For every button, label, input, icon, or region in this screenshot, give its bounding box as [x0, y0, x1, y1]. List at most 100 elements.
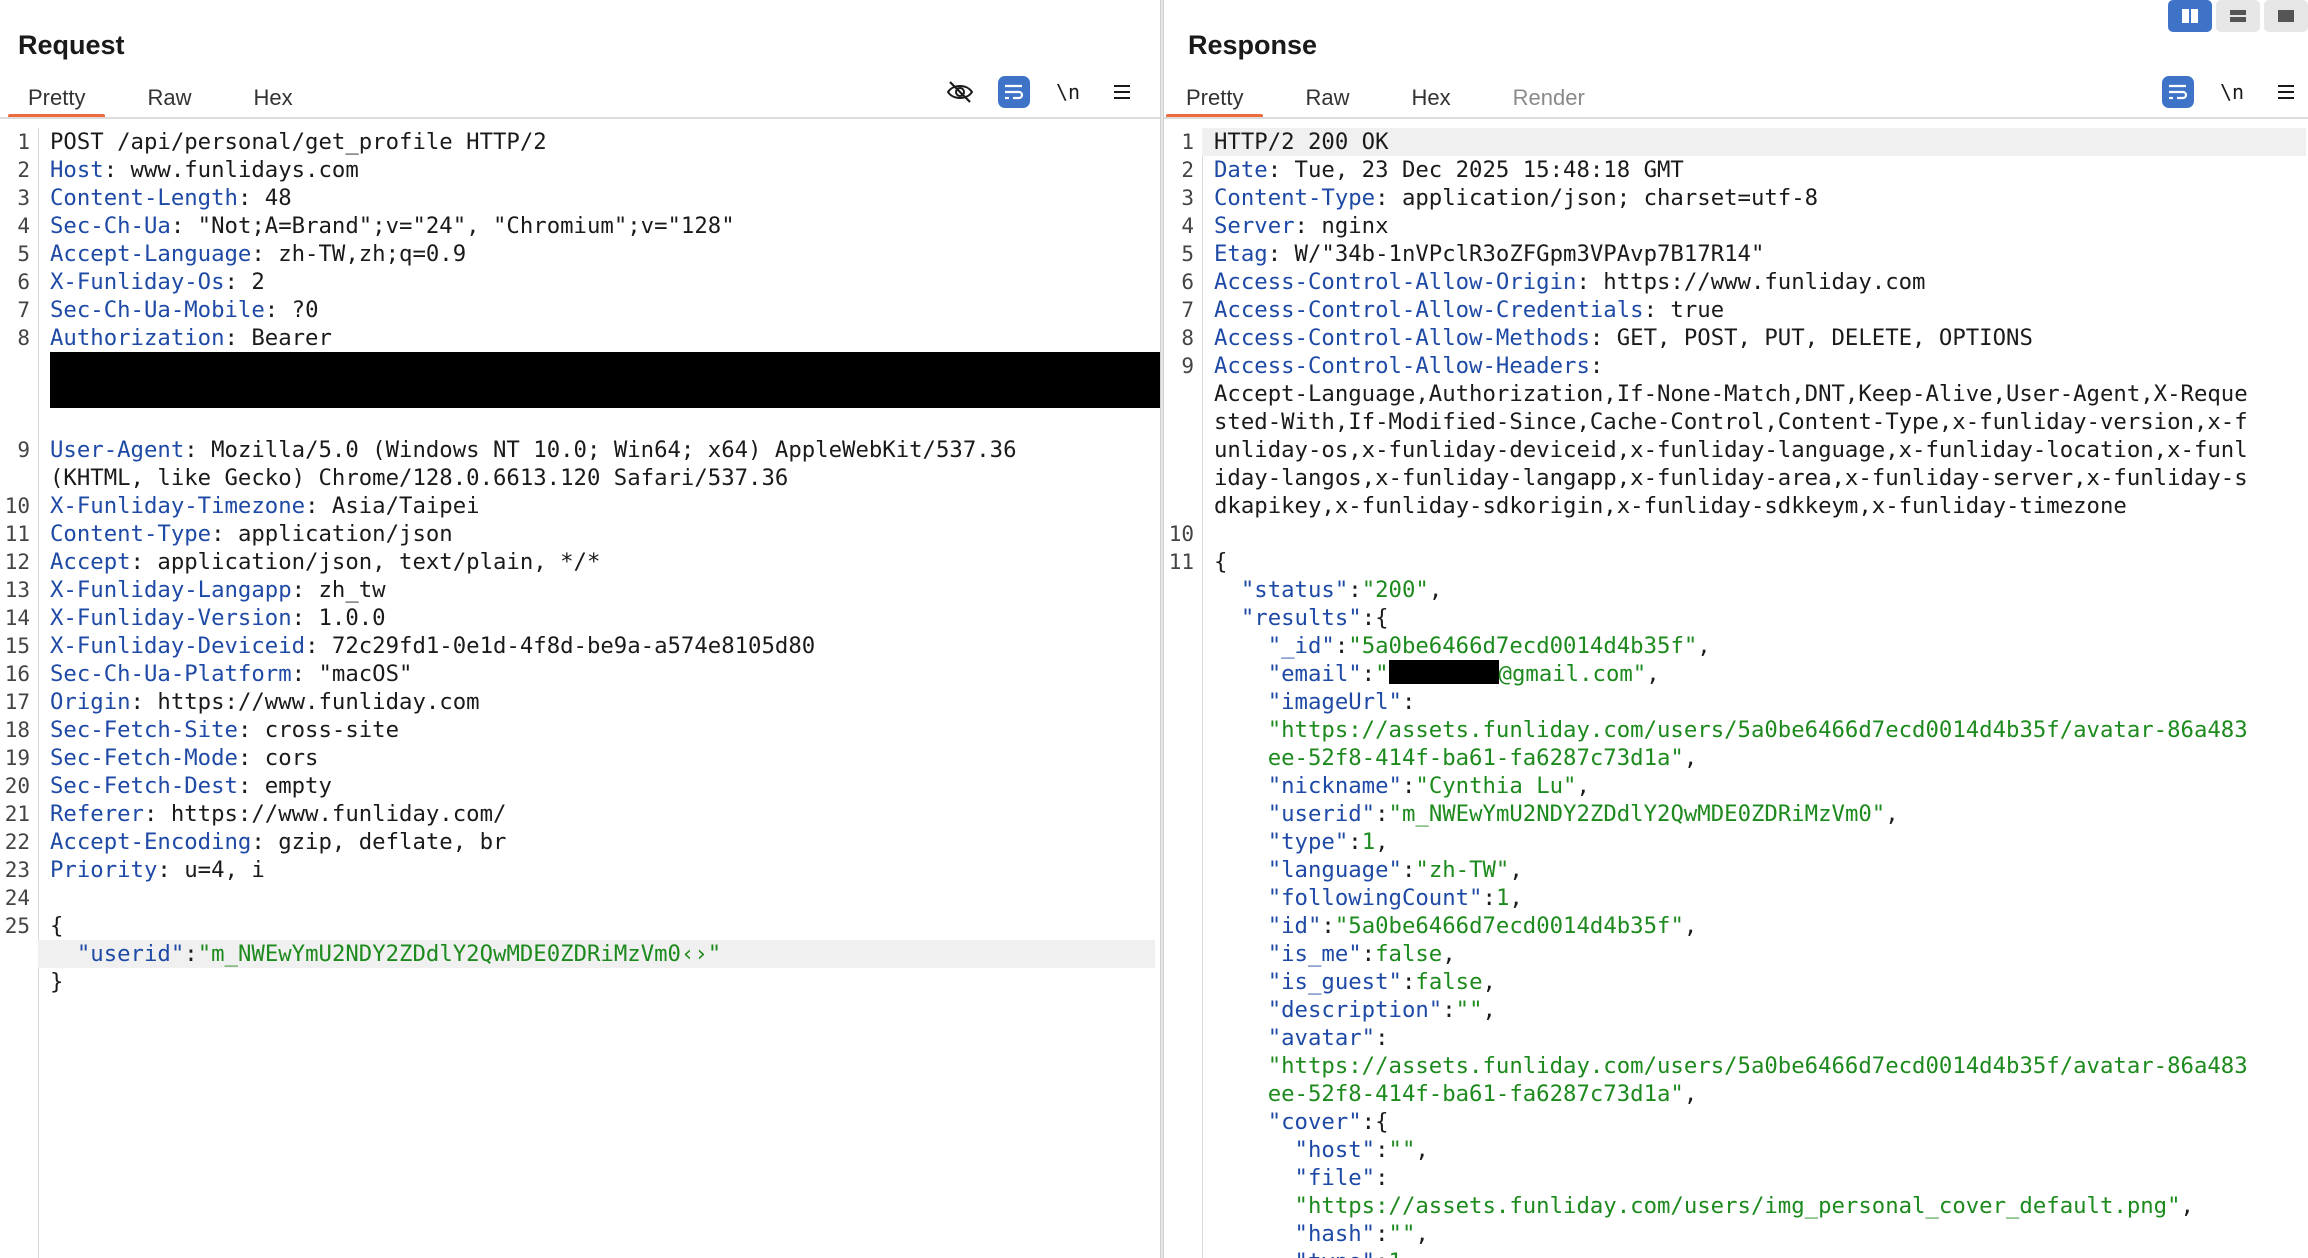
- request-show-newlines-button[interactable]: \n: [1052, 76, 1084, 108]
- code-line[interactable]: 5 Etag: W/"34b-1nVPclR3oZFGpm3VPAvp7B17R1…: [1181, 240, 2308, 268]
- split-columns-view-button[interactable]: [2168, 0, 2212, 32]
- code-line[interactable]: [38, 352, 1160, 380]
- code-line[interactable]: "id":"5a0be6466d7ecd0014d4b35f",: [1202, 912, 2308, 940]
- code-line[interactable]: 16 Sec-Ch-Ua-Platform: "macOS": [5, 660, 1160, 688]
- code-line[interactable]: ee-52f8-414f-ba61-fa6287c73d1a",: [1202, 744, 2308, 772]
- code-text: ,: [1428, 577, 1443, 603]
- code-line[interactable]: "imageUrl":: [1202, 688, 2308, 716]
- code-line[interactable]: dkapikey,x-funliday-sdkorigin,x-funliday…: [1202, 492, 2308, 520]
- code-line[interactable]: 14 X-Funliday-Version: 1.0.0: [5, 604, 1160, 632]
- code-line[interactable]: }: [38, 968, 1160, 996]
- code-line[interactable]: 18 Sec-Fetch-Site: cross-site: [5, 716, 1160, 744]
- code-line[interactable]: 5 Accept-Language: zh-TW,zh;q=0.9: [17, 240, 1160, 268]
- split-rows-view-button[interactable]: [2216, 0, 2260, 32]
- code-line[interactable]: 22 Accept-Encoding: gzip, deflate, br: [5, 828, 1160, 856]
- code-text: :: [1401, 969, 1416, 995]
- response-menu-button[interactable]: [2270, 76, 2302, 108]
- code-line[interactable]: 25 {: [5, 912, 1160, 940]
- code-line[interactable]: "language":"zh-TW",: [1202, 856, 2308, 884]
- code-line[interactable]: "type":1,: [1202, 828, 2308, 856]
- code-line[interactable]: ee-52f8-414f-ba61-fa6287c73d1a",: [1202, 1080, 2308, 1108]
- code-line[interactable]: "nickname":"Cynthia Lu",: [1202, 772, 2308, 800]
- response-editor[interactable]: 1 HTTP/2 200 OK 2 Date: Tue, 23 Dec 2025 15…: [1164, 128, 2308, 1258]
- code-line[interactable]: 4 Sec-Ch-Ua: "Not;A=Brand";v="24", "Chrom…: [17, 212, 1160, 240]
- code-line[interactable]: 17 Origin: https://www.funliday.com: [5, 688, 1160, 716]
- line-number: 3: [1181, 186, 1194, 210]
- code-line[interactable]: "is_me":false,: [1202, 940, 2308, 968]
- code-line[interactable]: 10 X-Funliday-Timezone: Asia/Taipei: [5, 492, 1160, 520]
- code-line[interactable]: 7 Sec-Ch-Ua-Mobile: ?0: [17, 296, 1160, 324]
- code-line[interactable]: "cover":{: [1202, 1108, 2308, 1136]
- request-wrap-lines-button[interactable]: [998, 76, 1030, 108]
- code-line[interactable]: "description":"",: [1202, 996, 2308, 1024]
- request-tab-pretty[interactable]: Pretty: [8, 78, 106, 118]
- code-line[interactable]: sted-With,If-Modified-Since,Cache-Contro…: [1202, 408, 2308, 436]
- response-tab-raw[interactable]: Raw: [1285, 78, 1369, 118]
- code-line[interactable]: 24: [5, 884, 1160, 912]
- request-hide-nonprintable-button[interactable]: [944, 76, 976, 108]
- code-line[interactable]: 2 Date: Tue, 23 Dec 2025 15:48:18 GMT: [1181, 156, 2308, 184]
- code-line[interactable]: "avatar":: [1202, 1024, 2308, 1052]
- code-line[interactable]: 6 X-Funliday-Os: 2: [17, 268, 1160, 296]
- request-tab-hex[interactable]: Hex: [233, 78, 312, 118]
- response-tab-hex[interactable]: Hex: [1391, 78, 1470, 118]
- code-line[interactable]: 1 POST /api/personal/get_profile HTTP/2: [17, 128, 1160, 156]
- code-line[interactable]: 20 Sec-Fetch-Dest: empty: [5, 772, 1160, 800]
- code-line[interactable]: 3 Content-Type: application/json; charset…: [1181, 184, 2308, 212]
- code-line[interactable]: 11 Content-Type: application/json: [5, 520, 1160, 548]
- redacted-email: [1388, 660, 1499, 684]
- code-line[interactable]: "status":"200",: [1202, 576, 2308, 604]
- code-line[interactable]: 9 User-Agent: Mozilla/5.0 (Windows NT 10.…: [17, 436, 1160, 464]
- response-wrap-lines-button[interactable]: [2162, 76, 2194, 108]
- single-view-button[interactable]: [2264, 0, 2308, 32]
- code-line[interactable]: 2 Host: www.funlidays.com: [17, 156, 1160, 184]
- code-line[interactable]: "email":" @gmail.com",: [1202, 660, 2308, 688]
- code-line[interactable]: [38, 380, 1160, 408]
- code-line[interactable]: [38, 408, 1160, 436]
- request-menu-button[interactable]: [1106, 76, 1138, 108]
- code-line[interactable]: "is_guest":false,: [1202, 968, 2308, 996]
- code-line[interactable]: 7 Access-Control-Allow-Credentials: true: [1181, 296, 2308, 324]
- code-line[interactable]: 1 HTTP/2 200 OK: [1181, 128, 2306, 156]
- code-line[interactable]: 3 Content-Length: 48: [17, 184, 1160, 212]
- code-line[interactable]: 12 Accept: application/json, text/plain, …: [5, 548, 1160, 576]
- code-line[interactable]: Accept-Language,Authorization,If-None-Ma…: [1202, 380, 2308, 408]
- code-line[interactable]: "file":: [1202, 1164, 2308, 1192]
- code-line[interactable]: "hash":"",: [1202, 1220, 2308, 1248]
- code-line[interactable]: 13 X-Funliday-Langapp: zh_tw: [5, 576, 1160, 604]
- code-line[interactable]: (KHTML, like Gecko) Chrome/128.0.6613.12…: [38, 464, 1160, 492]
- code-key: Access-Control-Allow-Credentials: [1214, 297, 1644, 323]
- request-tab-raw[interactable]: Raw: [127, 78, 211, 118]
- code-line[interactable]: "results":{: [1202, 604, 2308, 632]
- code-line[interactable]: "_id":"5a0be6466d7ecd0014d4b35f",: [1202, 632, 2308, 660]
- request-code-area[interactable]: 1 POST /api/personal/get_profile HTTP/2 2 H…: [5, 128, 1160, 1258]
- code-line[interactable]: iday-langos,x-funliday-langapp,x-funlida…: [1202, 464, 2308, 492]
- response-tab-render[interactable]: Render: [1493, 78, 1605, 118]
- code-line[interactable]: "https://assets.funliday.com/users/5a0be…: [1202, 1052, 2308, 1080]
- code-line[interactable]: "followingCount":1,: [1202, 884, 2308, 912]
- code-line[interactable]: 23 Priority: u=4, i: [5, 856, 1160, 884]
- code-line[interactable]: 8 Authorization: Bearer: [17, 324, 1160, 352]
- code-line[interactable]: "type":1: [1202, 1248, 2308, 1258]
- code-line[interactable]: 4 Server: nginx: [1181, 212, 2308, 240]
- code-line[interactable]: 9 Access-Control-Allow-Headers:: [1181, 352, 2308, 380]
- code-line[interactable]: 11 {: [1169, 548, 2308, 576]
- code-line[interactable]: "https://assets.funliday.com/users/5a0be…: [1202, 716, 2308, 744]
- code-line[interactable]: "https://assets.funliday.com/users/img_p…: [1202, 1192, 2308, 1220]
- code-line[interactable]: 19 Sec-Fetch-Mode: cors: [5, 744, 1160, 772]
- response-tab-pretty[interactable]: Pretty: [1166, 78, 1264, 118]
- code-line[interactable]: 15 X-Funliday-Deviceid: 72c29fd1-0e1d-4f8…: [5, 632, 1160, 660]
- response-show-newlines-button[interactable]: \n: [2216, 76, 2248, 108]
- code-line[interactable]: "userid":"m_NWEwYmU2NDY2ZDdlY2QwMDE0ZDRi…: [38, 940, 1155, 968]
- code-text: : https://www.funliday.com: [130, 689, 480, 715]
- request-editor[interactable]: 1 POST /api/personal/get_profile HTTP/2 2 H…: [0, 128, 1160, 1258]
- code-line[interactable]: "userid":"m_NWEwYmU2NDY2ZDdlY2QwMDE0ZDRi…: [1202, 800, 2308, 828]
- code-line[interactable]: 8 Access-Control-Allow-Methods: GET, POST…: [1181, 324, 2308, 352]
- code-key: Sec-Fetch-Site: [50, 717, 238, 743]
- code-line[interactable]: unliday-os,x-funliday-deviceid,x-funlida…: [1202, 436, 2308, 464]
- code-line[interactable]: 21 Referer: https://www.funliday.com/: [5, 800, 1160, 828]
- code-line[interactable]: "host":"",: [1202, 1136, 2308, 1164]
- response-code-area[interactable]: 1 HTTP/2 200 OK 2 Date: Tue, 23 Dec 2025 15…: [1169, 128, 2308, 1258]
- code-line[interactable]: 10: [1169, 520, 2308, 548]
- code-line[interactable]: 6 Access-Control-Allow-Origin: https://ww…: [1181, 268, 2308, 296]
